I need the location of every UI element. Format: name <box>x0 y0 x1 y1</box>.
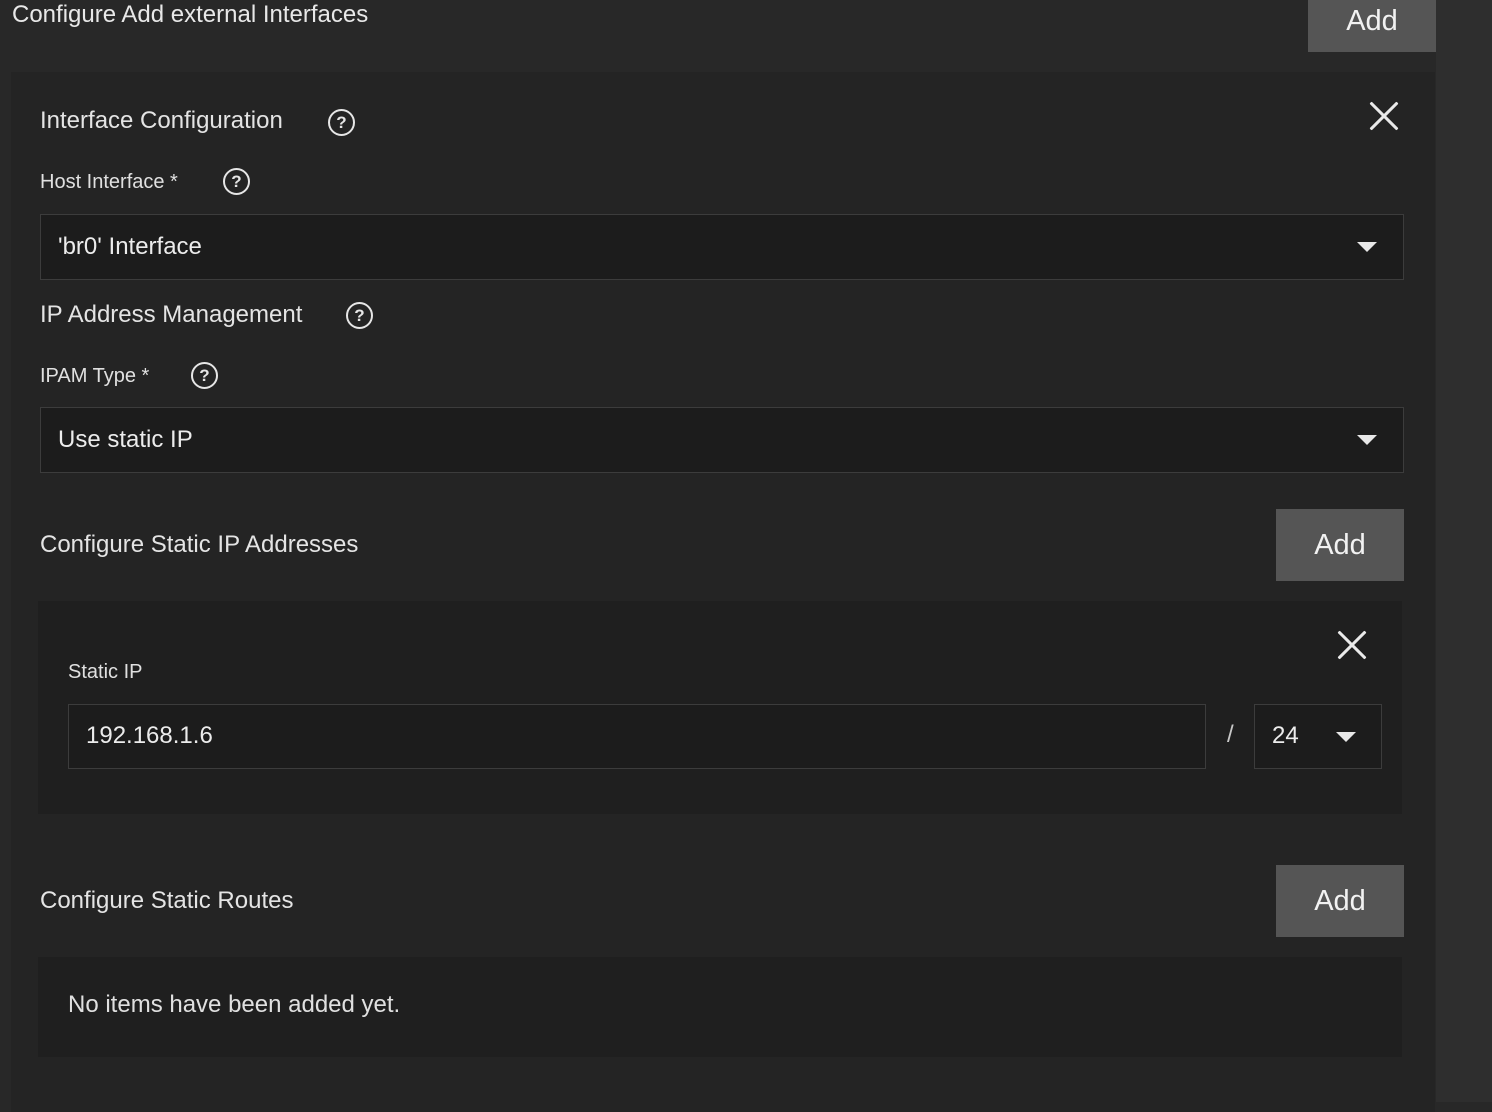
interface-config-title: Interface Configuration <box>40 107 283 134</box>
prefix-separator: / <box>1227 721 1234 748</box>
prefix-length-select[interactable]: 24 <box>1254 704 1382 769</box>
help-icon[interactable]: ? <box>191 362 218 389</box>
static-ip-item: Static IP 192.168.1.6 / 24 <box>38 601 1402 814</box>
help-icon[interactable]: ? <box>346 302 373 329</box>
add-static-ip-button[interactable]: Add <box>1276 509 1404 581</box>
static-ip-value: 192.168.1.6 <box>86 722 213 749</box>
add-interface-button[interactable]: Add <box>1308 0 1436 52</box>
add-static-route-button[interactable]: Add <box>1276 865 1404 937</box>
static-ips-title: Configure Static IP Addresses <box>40 531 359 558</box>
chevron-down-icon <box>1336 732 1356 742</box>
static-ip-label: Static IP <box>68 661 143 683</box>
ipam-title: IP Address Management <box>40 301 303 328</box>
static-routes-title: Configure Static Routes <box>40 887 294 914</box>
ipam-type-select[interactable]: Use static IP <box>40 407 1404 473</box>
help-icon[interactable]: ? <box>223 168 250 195</box>
help-icon[interactable]: ? <box>328 109 355 136</box>
static-ip-input[interactable]: 192.168.1.6 <box>68 704 1206 769</box>
chevron-down-icon <box>1357 435 1377 445</box>
ipam-type-label: IPAM Type * <box>40 365 150 387</box>
prefix-length-value: 24 <box>1272 722 1299 749</box>
scroll-gutter <box>1436 0 1492 1102</box>
section-title: Configure Add external Interfaces <box>12 1 369 28</box>
empty-state-text: No items have been added yet. <box>68 991 401 1018</box>
close-icon[interactable] <box>1367 99 1401 133</box>
close-icon[interactable] <box>1335 628 1369 662</box>
static-routes-empty-panel: No items have been added yet. <box>38 957 1402 1057</box>
host-interface-label: Host Interface * <box>40 171 178 193</box>
ipam-type-value: Use static IP <box>58 426 193 453</box>
host-interface-value: 'br0' Interface <box>58 233 202 260</box>
host-interface-select[interactable]: 'br0' Interface <box>40 214 1404 280</box>
chevron-down-icon <box>1357 242 1377 252</box>
